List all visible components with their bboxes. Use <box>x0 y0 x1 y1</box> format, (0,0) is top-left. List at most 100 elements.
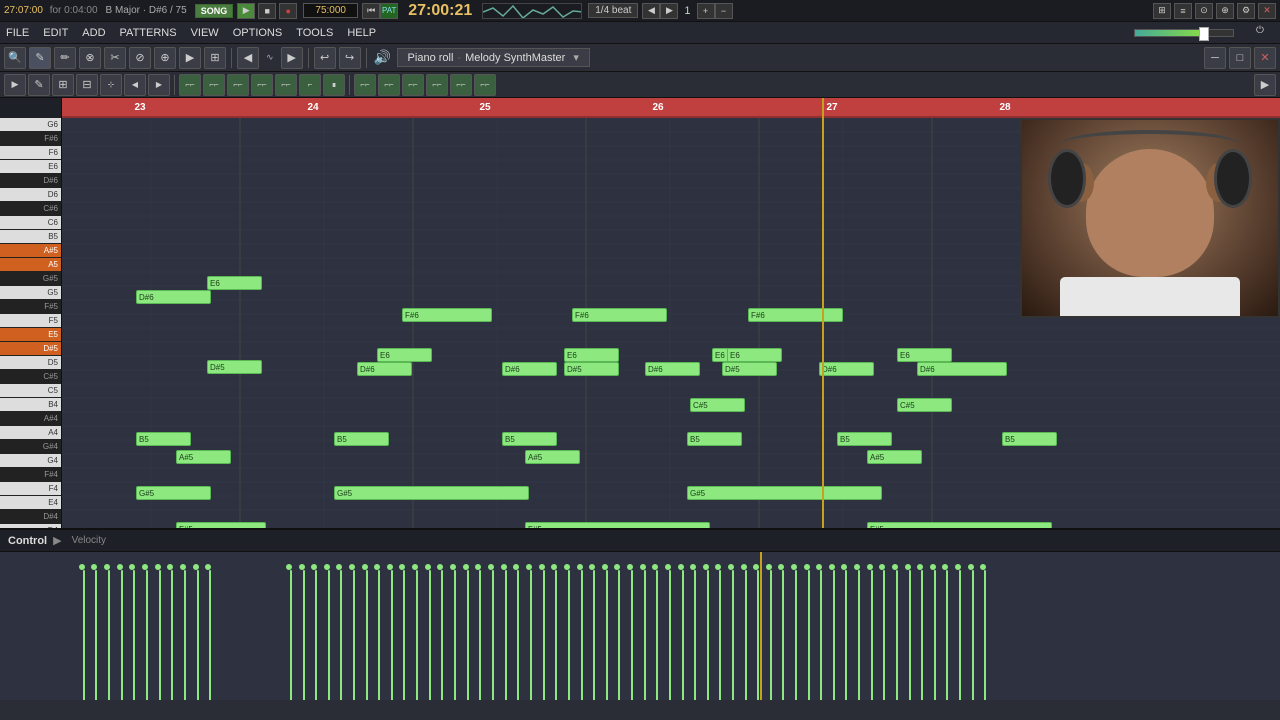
artic-12[interactable]: ⌐⌐ <box>450 74 472 96</box>
note-41[interactable]: D#6 <box>917 362 1007 376</box>
quantize-right[interactable]: ▶ <box>148 74 170 96</box>
cut-tool[interactable]: ✂ <box>104 47 126 69</box>
piano-key-G6[interactable]: G6 <box>0 118 62 132</box>
note-17[interactable]: F#6 <box>572 308 667 322</box>
close-button[interactable]: ✕ <box>1258 3 1276 19</box>
artic-1[interactable]: ⌐⌐ <box>179 74 201 96</box>
piano-key-D#4[interactable]: D#4 <box>0 510 62 524</box>
note-19[interactable]: D#6 <box>502 362 557 376</box>
beat-next[interactable]: ▶ <box>660 3 678 19</box>
note-43[interactable]: B5 <box>1002 432 1057 446</box>
note-11[interactable]: E6 <box>377 348 432 362</box>
piano-key-F#4[interactable]: F#4 <box>0 468 62 482</box>
menu-tools[interactable]: TOOLS <box>296 27 333 39</box>
piano-key-A#5[interactable]: A#5 <box>0 244 62 258</box>
maximize-button[interactable]: □ <box>1229 47 1251 69</box>
undo-button[interactable]: ↩ <box>314 47 336 69</box>
piano-key-E6[interactable]: E6 <box>0 160 62 174</box>
master-volume-slider[interactable] <box>1134 29 1234 37</box>
piano-key-D5[interactable]: D5 <box>0 356 62 370</box>
pattern-button[interactable]: PAT <box>380 3 398 19</box>
quantize-left[interactable]: ◀ <box>124 74 146 96</box>
note-35[interactable]: D#5 <box>722 362 777 376</box>
menu-options[interactable]: OPTIONS <box>233 27 283 39</box>
menu-add[interactable]: ADD <box>82 27 105 39</box>
deselect-button[interactable]: ⊟ <box>76 74 98 96</box>
zoom-tool[interactable]: ⊕ <box>154 47 176 69</box>
mixer-button[interactable]: ⊞ <box>1153 3 1171 19</box>
piano-key-B4[interactable]: B4 <box>0 398 62 412</box>
note-42[interactable]: C#5 <box>897 398 952 412</box>
piano-key-D6[interactable]: D6 <box>0 188 62 202</box>
piano-key-E4[interactable]: E4 <box>0 496 62 510</box>
note-40[interactable]: E6 <box>897 348 952 362</box>
dropdown-icon[interactable]: ▾ <box>573 51 579 64</box>
minimize-button[interactable]: ─ <box>1204 47 1226 69</box>
artic-3[interactable]: ⌐⌐ <box>227 74 249 96</box>
artic-7[interactable]: ∎ <box>323 74 345 96</box>
redo-button[interactable]: ↪ <box>339 47 361 69</box>
select-tool[interactable]: ✎ <box>29 47 51 69</box>
snap-left[interactable]: ◀ <box>237 47 259 69</box>
note-20[interactable]: D#5 <box>564 362 619 376</box>
play-roll-button[interactable]: ▶ <box>4 74 26 96</box>
note-27[interactable]: D#6 <box>645 362 700 376</box>
piano-key-C6[interactable]: C6 <box>0 216 62 230</box>
note-2[interactable]: D#5 <box>207 360 262 374</box>
note-29[interactable]: G#5 <box>687 486 882 500</box>
note-3[interactable]: B5 <box>136 432 191 446</box>
note-21[interactable]: B5 <box>502 432 557 446</box>
artic-10[interactable]: ⌐⌐ <box>402 74 424 96</box>
artic-5[interactable]: ⌐⌐ <box>275 74 297 96</box>
piano-key-G4[interactable]: G4 <box>0 454 62 468</box>
note-34[interactable]: D#6 <box>819 362 874 376</box>
scroll-right-button[interactable]: ▶ <box>1254 74 1276 96</box>
piano-key-D#5[interactable]: D#5 <box>0 342 62 356</box>
menu-edit[interactable]: EDIT <box>43 27 68 39</box>
piano-key-C5[interactable]: C5 <box>0 384 62 398</box>
artic-11[interactable]: ⌐⌐ <box>426 74 448 96</box>
zoom-out-button[interactable]: 🔍 <box>4 47 26 69</box>
artic-9[interactable]: ⌐⌐ <box>378 74 400 96</box>
piano-key-F#5[interactable]: F#5 <box>0 300 62 314</box>
piano-key-E5[interactable]: E5 <box>0 328 62 342</box>
piano-key-C#5[interactable]: C#5 <box>0 370 62 384</box>
piano-key-B5[interactable]: B5 <box>0 230 62 244</box>
artic-4[interactable]: ⌐⌐ <box>251 74 273 96</box>
play-button[interactable]: ▶ <box>237 3 255 19</box>
artic-2[interactable]: ⌐⌐ <box>203 74 225 96</box>
note-36[interactable]: B5 <box>837 432 892 446</box>
note-1[interactable]: E6 <box>207 276 262 290</box>
browser-button[interactable]: ⊙ <box>1195 3 1213 19</box>
playback-tool[interactable]: ▶ <box>179 47 201 69</box>
snap-right[interactable]: ▶ <box>281 47 303 69</box>
piano-key-A4[interactable]: A4 <box>0 426 62 440</box>
step-plus[interactable]: + <box>697 3 715 19</box>
piano-key-F#6[interactable]: F#6 <box>0 132 62 146</box>
note-32[interactable]: F#6 <box>748 308 843 322</box>
note-5[interactable]: G#5 <box>136 486 211 500</box>
note-4[interactable]: A#5 <box>176 450 231 464</box>
piano-key-F6[interactable]: F6 <box>0 146 62 160</box>
note-22[interactable]: A#5 <box>525 450 580 464</box>
control-dropdown-icon[interactable]: ▶ <box>53 534 61 547</box>
power-button[interactable]: ⏻ <box>1256 25 1274 41</box>
stop-button[interactable]: ■ <box>258 3 276 19</box>
artic-13[interactable]: ⌐⌐ <box>474 74 496 96</box>
piano-key-F4[interactable]: F4 <box>0 482 62 496</box>
rewind-button[interactable]: ⏮ <box>362 3 380 19</box>
plugin-button[interactable]: ⊕ <box>1216 3 1234 19</box>
beat-selector[interactable]: 1/4 beat <box>588 3 638 18</box>
note-grid[interactable]: 232425262728 <box>62 98 1280 528</box>
step-minus[interactable]: − <box>715 3 733 19</box>
artic-8[interactable]: ⌐⌐ <box>354 74 376 96</box>
song-button[interactable]: SONG <box>195 4 234 18</box>
note-33[interactable]: E6 <box>727 348 782 362</box>
record-button[interactable]: ● <box>279 3 297 19</box>
playlist-button[interactable]: ≡ <box>1174 3 1192 19</box>
control-body[interactable] <box>0 552 1280 700</box>
menu-file[interactable]: FILE <box>6 27 29 39</box>
menu-help[interactable]: HELP <box>347 27 376 39</box>
note-14[interactable]: G#5 <box>334 486 529 500</box>
note-28[interactable]: B5 <box>687 432 742 446</box>
